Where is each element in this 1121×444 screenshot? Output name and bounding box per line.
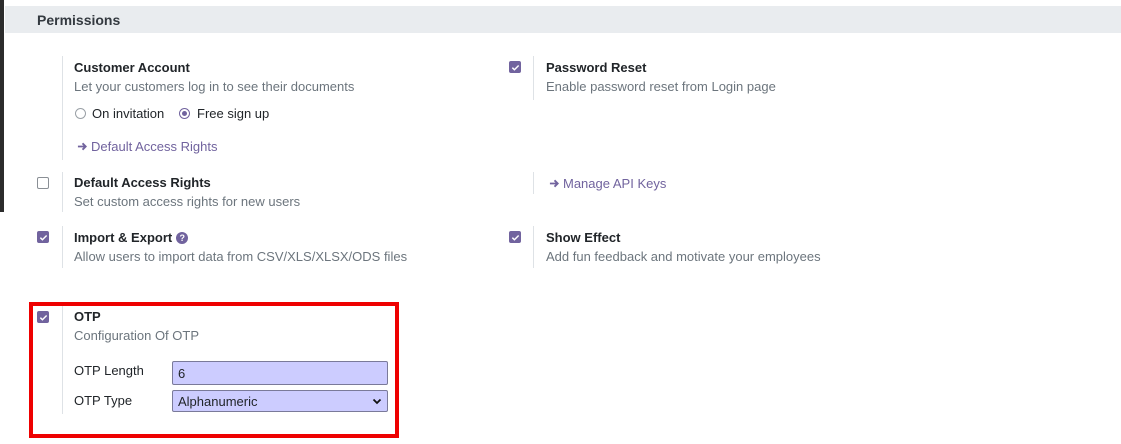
- highlight-annotation-box: [29, 302, 399, 438]
- divider: [533, 172, 534, 194]
- radio-on-invitation-label[interactable]: On invitation: [92, 106, 164, 121]
- section-header: Permissions: [5, 6, 1121, 33]
- help-icon[interactable]: ?: [176, 232, 189, 244]
- password-reset-description: Enable password reset from Login page: [546, 79, 776, 94]
- divider: [533, 226, 534, 268]
- password-reset-checkbox[interactable]: [509, 61, 521, 73]
- import-export-title-wrap: Import & Export?: [74, 230, 189, 245]
- show-effect-checkbox[interactable]: [509, 231, 521, 243]
- radio-on-invitation[interactable]: [75, 108, 86, 119]
- show-effect-title: Show Effect: [546, 230, 621, 245]
- default-access-rights-link-label: Default Access Rights: [91, 139, 218, 154]
- radio-free-signup-label[interactable]: Free sign up: [197, 106, 269, 121]
- manage-api-keys-link[interactable]: Manage API Keys: [549, 176, 666, 191]
- customer-account-title: Customer Account: [74, 60, 190, 75]
- import-export-description: Allow users to import data from CSV/XLS/…: [74, 249, 408, 264]
- import-export-title: Import & Export: [74, 230, 173, 245]
- check-icon: [39, 234, 47, 241]
- divider: [533, 56, 534, 100]
- radio-free-signup[interactable]: [179, 108, 190, 119]
- default-access-rights-link[interactable]: Default Access Rights: [77, 139, 217, 154]
- left-gutter: [0, 0, 4, 212]
- section-title: Permissions: [37, 12, 121, 28]
- check-icon: [511, 234, 519, 241]
- divider: [62, 226, 63, 268]
- import-export-checkbox[interactable]: [37, 231, 49, 243]
- password-reset-title: Password Reset: [546, 60, 647, 75]
- manage-api-keys-link-label: Manage API Keys: [563, 176, 667, 191]
- arrow-right-icon: [77, 142, 88, 151]
- check-icon: [511, 64, 519, 71]
- arrow-right-icon: [549, 179, 560, 188]
- divider: [62, 172, 63, 212]
- divider: [62, 56, 63, 160]
- customer-account-description: Let your customers log in to see their d…: [74, 79, 355, 94]
- default-access-rights-checkbox[interactable]: [37, 177, 49, 189]
- default-access-rights-title: Default Access Rights: [74, 175, 211, 190]
- show-effect-description: Add fun feedback and motivate your emplo…: [546, 249, 821, 264]
- default-access-rights-description: Set custom access rights for new users: [74, 194, 301, 209]
